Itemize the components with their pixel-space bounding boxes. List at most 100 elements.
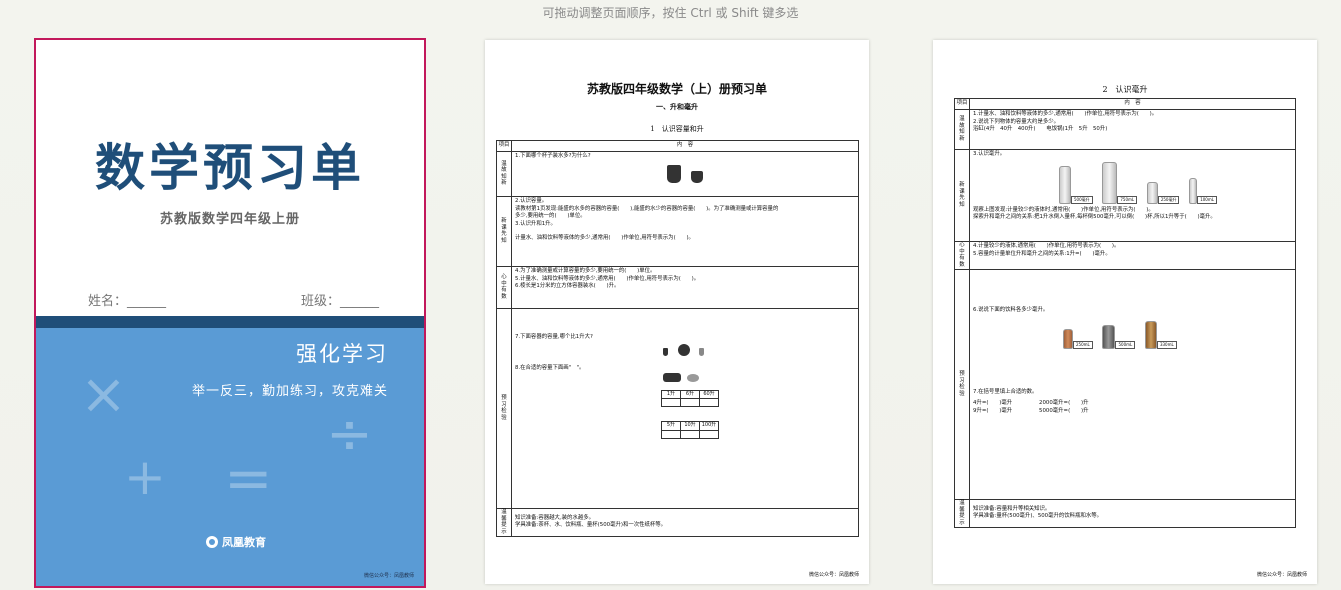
pot-images — [663, 373, 855, 386]
header-item: 项目 — [954, 98, 970, 110]
capacity-tag: 750mL — [1117, 195, 1138, 204]
grid-cell — [680, 398, 700, 408]
table-header: 项目 内 容 — [954, 98, 1296, 110]
row-line: 5.容量的计量单位升和毫升之间的关系:1升=( )毫升。 — [973, 250, 1111, 257]
worksheet-table: 项目 内 容 温故知新 1.计量水、油和饮料等液体的多少,通常用( )作单位,用… — [954, 98, 1296, 528]
wechat-footer: 微信公众号：凤凰教师 — [363, 573, 414, 579]
table-row: 温馨提示 知识准备:容量和升等相关知识。 学具准备:量杯(500毫升)、500毫… — [954, 498, 1296, 528]
capacity-tag: 250毫升 — [1157, 195, 1180, 204]
bottle-images: 500毫升 750mL 250毫升 100mL — [1059, 161, 1292, 204]
divide-icon: ÷ — [326, 402, 373, 467]
class-label: 班级：______ — [301, 294, 380, 309]
cover-strong-text: 强化学习 — [296, 342, 388, 366]
container-images — [663, 343, 855, 360]
table-row: 温故知新 1.下面哪个杯子装水多?为什么? — [496, 150, 859, 197]
capacity-tag: 250mL — [1073, 340, 1093, 349]
bottle-icon — [699, 347, 705, 356]
table-row: 温馨提示 知识准备:容器越大,装的水越多。 学具准备:茶杯、水、饮料瓶、量杯(5… — [496, 507, 859, 537]
table-row: 新课先知 2.认识容量。 读教材第1页发现:能盛的水多的容器的容量( ),能盛的… — [496, 195, 859, 267]
table-row: 预习检验 7.下面容器的容量,哪个比1升大? 8.在合适的容量下面画" "。 1… — [496, 307, 859, 509]
row-category: 温故知新 — [501, 160, 507, 187]
row-line: 7.下面容器的容量,哪个比1升大? — [515, 333, 593, 340]
row-category: 温馨提示 — [501, 509, 507, 535]
header-content: 内 容 — [511, 140, 859, 152]
row-line: 学具准备:茶杯、水、饮料瓶、量杯(500毫升)和一次性纸杯等。 — [515, 522, 667, 529]
bottle-icon — [1146, 181, 1158, 204]
capacity-grid-2: 5升 10升 100升 — [661, 421, 719, 439]
reorder-hint: 可拖动调整页面顺序，按住 Ctrl 或 Shift 键多选 — [542, 6, 799, 20]
page-thumbnail-2[interactable]: 苏教版四年级数学（上）册预习单 一、升和毫升 1 认识容量和升 项目 内 容 温… — [485, 40, 869, 584]
bowl-icon — [686, 374, 699, 383]
table-row: 新课先知 3.认识毫升。 500毫升 750mL 250毫升 100mL 观察上… — [954, 148, 1296, 242]
row-category: 预习检验 — [501, 395, 507, 421]
row-line: 7.在括号里填上合适的数。 — [973, 388, 1038, 395]
capacity-grid-1: 1升 6升 60升 — [661, 390, 719, 408]
row-category: 新课先知 — [959, 182, 965, 208]
bottle-icon — [1144, 320, 1157, 349]
row-line: 探索升和毫升之间的关系:把1升水倒入量杯,每杯倒500毫升,可以倒( )杯,所以… — [973, 214, 1216, 221]
page-thumbnail-1[interactable]: 数学预习单 苏教版数学四年级上册 姓名：______ 班级：______ × +… — [34, 38, 426, 588]
page-thumbnail-3[interactable]: 2 认识毫升 项目 内 容 温故知新 1.计量水、油和饮料等液体的多少,通常用(… — [933, 40, 1317, 584]
worksheet-table: 项目 内 容 温故知新 1.下面哪个杯子装水多?为什么? 新课先知 2.认识容量… — [496, 140, 859, 537]
grid-cell: 10升 — [680, 421, 700, 431]
row-line: 计量水、油和饮料等液体的多少,通常用( )作单位,用符号表示为( )。 — [515, 235, 694, 242]
table-row: 心中有数 4.计量较少的液体,通常用( )作单位,用符号表示为( )。 5.容量… — [954, 240, 1296, 270]
grid-cell: 6升 — [680, 390, 700, 400]
bottle-icon — [1102, 161, 1118, 204]
grid-cell: 1升 — [661, 390, 681, 400]
row-category: 心中有数 — [959, 242, 965, 268]
bottle-icon — [1063, 328, 1073, 349]
times-icon: × — [80, 362, 127, 427]
capacity-tag: 100mL — [1197, 195, 1217, 204]
row-line: 学具准备:量杯(500毫升)、500毫升的饮料瓶和水等。 — [973, 513, 1103, 520]
worksheet-title: 苏教版四年级数学（上）册预习单 — [586, 82, 767, 96]
row-line: 8.在合适的容量下面画" "。 — [515, 365, 585, 372]
grid-cell — [661, 429, 681, 439]
name-label: 姓名：______ — [88, 294, 167, 309]
row-line: 4.计量较少的液体,通常用( )作单位,用符号表示为( )。 — [973, 242, 1120, 249]
row-line: 多少,要用统一的( )单位。 — [515, 213, 586, 220]
bottle-icon — [1059, 165, 1071, 204]
plus-icon: + — [124, 448, 166, 506]
row-line: 浴缸(4升 40升 400升) 电饭锅(1升 5升 50升) — [973, 126, 1108, 133]
capacity-tag: 500毫升 — [1071, 195, 1093, 204]
row-line: 3.认识毫升。 — [973, 150, 1006, 157]
pot-icon — [663, 373, 681, 383]
table-row: 温故知新 1.计量水、油和饮料等液体的多少,通常用( )作单位,用符号表示为( … — [954, 108, 1296, 150]
table-header: 项目 内 容 — [496, 140, 859, 152]
publisher-logo: 凤凰教育 — [206, 534, 266, 550]
section-title: 一、升和毫升 — [656, 102, 698, 111]
lesson-title: 1 认识容量和升 — [650, 125, 704, 133]
grid-cell: 100升 — [699, 421, 719, 431]
row-category: 心中有数 — [501, 274, 507, 300]
table-row: 心中有数 4.为了准确测量或计算容量的多少,要用统一的( )单位。 5.计量水、… — [496, 265, 859, 309]
row-line: 1.计量水、油和饮料等液体的多少,通常用( )作单位,用符号表示为( )。 — [973, 110, 1158, 117]
row-category: 温馨提示 — [959, 500, 965, 526]
grid-cell — [680, 429, 700, 439]
bottle-icon — [1102, 324, 1116, 349]
cup-icon — [663, 347, 668, 356]
row-category: 预习检验 — [959, 371, 965, 397]
cover-divider-band — [36, 316, 424, 328]
logo-icon — [206, 536, 218, 548]
grid-cell — [699, 398, 719, 408]
drink-images: 250mL 500mL 330mL — [1063, 320, 1292, 349]
cover-slogan: 举一反三，勤加练习，攻克难关 — [191, 384, 388, 399]
header-content: 内 容 — [969, 98, 1296, 110]
teapot-icon — [667, 164, 682, 183]
row-category: 温故知新 — [959, 116, 965, 142]
row-line: 9升=( )毫升 5000毫升=( )升 — [973, 408, 1089, 415]
row-line: 6.说说下面的饮料各多少毫升。 — [973, 306, 1049, 313]
cover-subtitle: 苏教版数学四年级上册 — [159, 212, 300, 227]
row-line: 3.认识升和1升。 — [515, 221, 556, 228]
table-row: 预习检验 6.说说下面的饮料各多少毫升。 250mL 500mL 330mL 7… — [954, 268, 1296, 500]
grid-cell — [661, 398, 681, 408]
header-item: 项目 — [496, 140, 512, 152]
bottle-icon — [1189, 177, 1198, 204]
row-category: 新课先知 — [501, 218, 507, 244]
teapot-images — [515, 164, 855, 187]
wechat-footer: 微信公众号：凤凰教师 — [808, 572, 859, 578]
row-line: 2.认识容量。 — [515, 197, 548, 204]
capacity-tag: 330mL — [1156, 340, 1177, 349]
row-line: 4.为了准确测量或计算容量的多少,要用统一的( )单位。 — [515, 267, 656, 274]
